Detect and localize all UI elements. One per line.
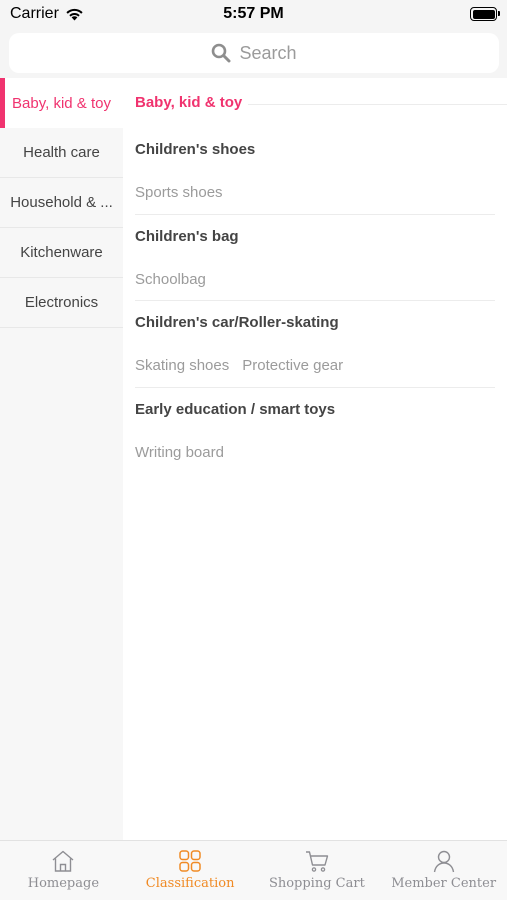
subcategory-tag[interactable]: Skating shoes [135, 357, 229, 374]
sidebar-item-household[interactable]: Household & ... [0, 178, 123, 228]
sidebar-item-label: Electronics [24, 294, 99, 311]
subcategory-tag[interactable]: Writing board [135, 444, 224, 461]
sidebar-item-label: Kitchenware [20, 244, 103, 261]
tab-label: Member Center [391, 876, 497, 891]
group-title[interactable]: Children's shoes [135, 141, 255, 158]
content-header: Baby, kid & toy [135, 94, 242, 111]
group-tags: Sports shoes [135, 184, 223, 201]
subcategory-tag[interactable]: Protective gear [242, 357, 343, 374]
bottom-tab-bar: Homepage Classification Shopping Cart Me… [0, 840, 507, 900]
tab-homepage[interactable]: Homepage [0, 841, 127, 900]
sidebar-item-kitchenware[interactable]: Kitchenware [0, 228, 123, 278]
sidebar-item-label: Household & ... [10, 194, 113, 211]
tab-label: Homepage [27, 876, 100, 891]
home-icon [52, 850, 74, 872]
search-bar-container: Search [0, 30, 507, 78]
content-header-title: Baby, kid & toy [135, 94, 243, 111]
subcategory-group: Children's shoes Sports shoes [135, 128, 495, 215]
subcategory-group: Children's bag Schoolbag [135, 215, 495, 301]
category-sidebar: Baby, kid & toy Health care Household & … [0, 78, 123, 840]
subcategory-group: Children's car/Roller-skating Skating sh… [135, 301, 495, 388]
person-icon [433, 850, 454, 873]
header-divider [248, 104, 507, 105]
group-title[interactable]: Children's car/Roller-skating [135, 314, 339, 331]
search-icon [212, 43, 231, 63]
sidebar-item-health-care[interactable]: Health care [0, 128, 123, 178]
battery-icon [470, 7, 500, 21]
tab-shopping-cart[interactable]: Shopping Cart [254, 841, 381, 900]
subcategory-group: Early education / smart toys Writing boa… [135, 388, 495, 475]
group-title[interactable]: Children's bag [135, 228, 239, 245]
group-tags: Schoolbag [135, 271, 206, 288]
tab-classification[interactable]: Classification [127, 841, 254, 900]
search-input[interactable]: Search [9, 33, 499, 73]
sidebar-item-label: Baby, kid & toy [12, 94, 111, 112]
group-tags: Writing board [135, 444, 224, 461]
sidebar-item-electronics[interactable]: Electronics [0, 278, 123, 328]
sidebar-item-label: Health care [23, 144, 100, 161]
tab-label: Classification [145, 876, 235, 891]
group-title[interactable]: Early education / smart toys [135, 401, 335, 418]
status-bar: Carrier 5:57 PM [0, 0, 507, 30]
sidebar-item-baby-kid-toy[interactable]: Baby, kid & toy [0, 78, 123, 128]
subcategory-tag[interactable]: Schoolbag [135, 271, 206, 288]
clock: 5:57 PM [223, 5, 284, 22]
subcategory-tag[interactable]: Sports shoes [135, 184, 223, 201]
search-placeholder: Search [239, 42, 297, 63]
subcategory-groups: Children's shoes Sports shoes Children's… [135, 128, 495, 474]
category-content: Baby, kid & toy Children's shoes Sports … [123, 78, 507, 840]
cart-icon [305, 851, 329, 872]
tab-label: Shopping Cart [268, 876, 365, 891]
tab-member-center[interactable]: Member Center [380, 841, 507, 900]
grid-icon [179, 850, 201, 872]
group-tags: Skating shoes Protective gear [135, 357, 343, 374]
